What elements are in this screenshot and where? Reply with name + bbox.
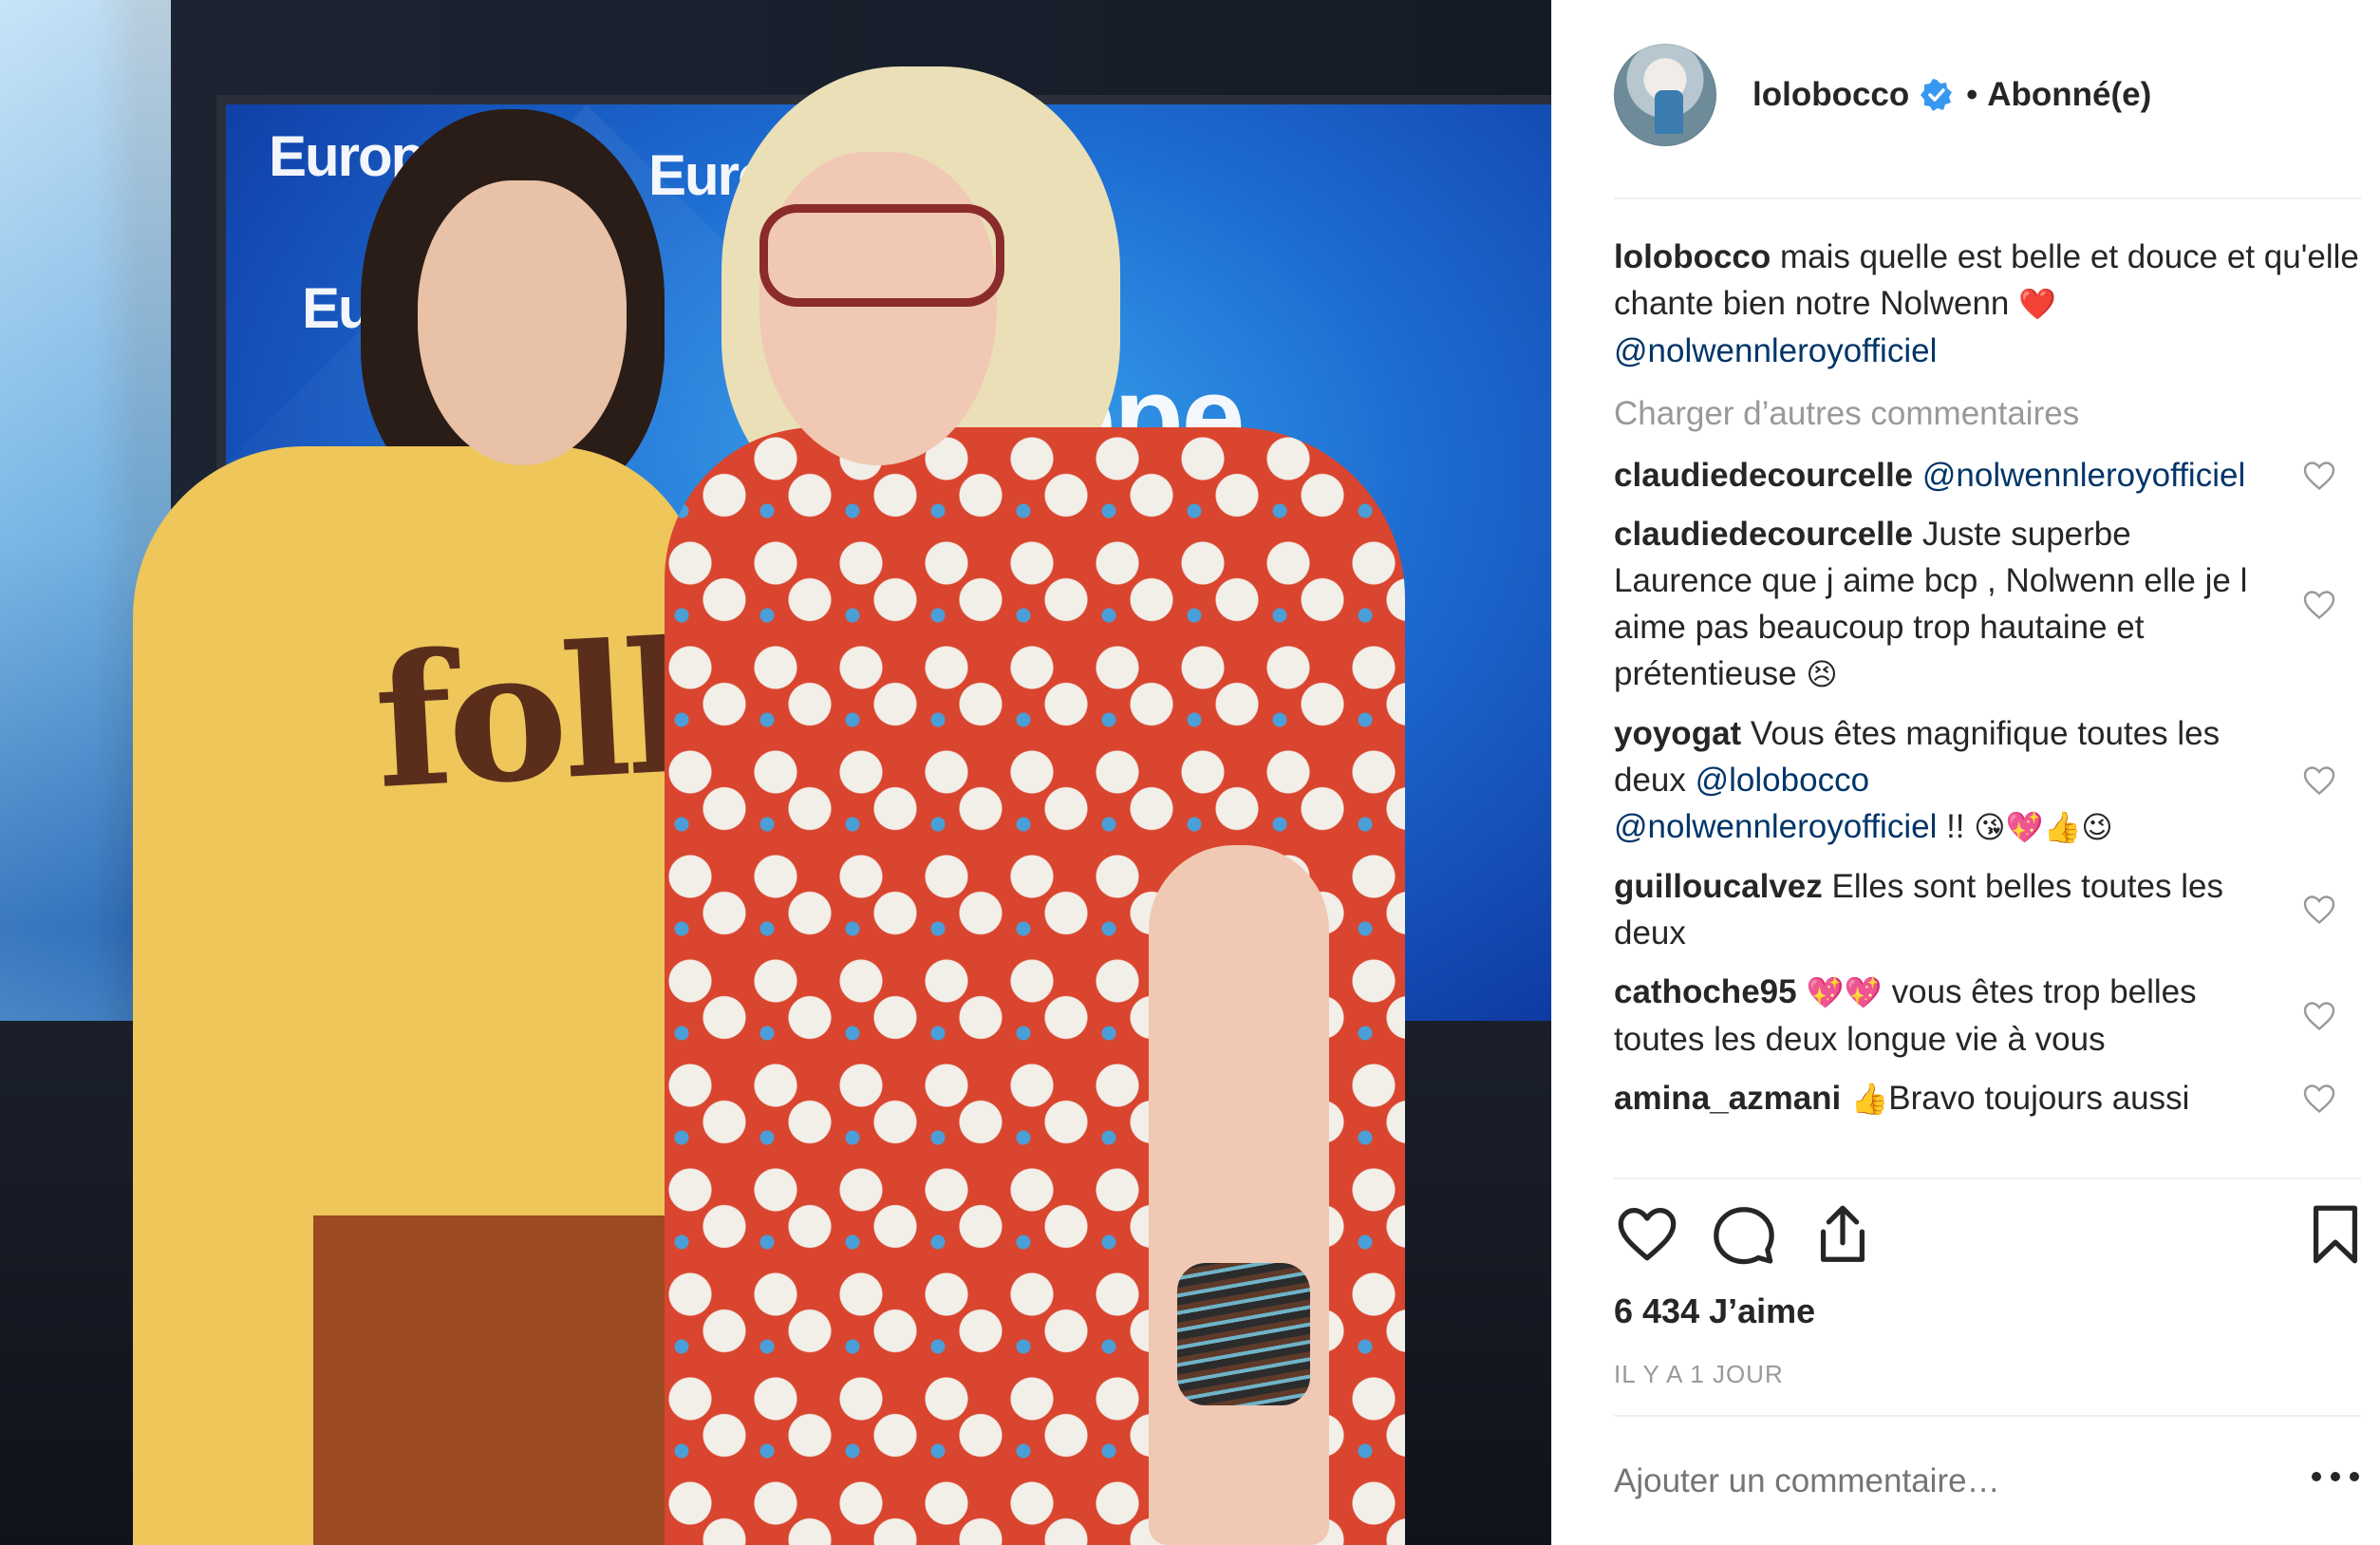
comment-text: guilloucalvez Elles sont belles toutes l…	[1614, 868, 2223, 951]
post-header: lolobocco • Abonné(e)	[1614, 43, 2364, 147]
person-right-arm	[1149, 845, 1329, 1545]
comment-item: claudiedecourcelle Juste superbe Laurenc…	[1614, 511, 2361, 698]
person-right-glasses	[759, 204, 1004, 307]
comment-text: amina_azmani 👍Bravo toujours aussi	[1614, 1080, 2190, 1117]
comments-divider	[1614, 1178, 2361, 1179]
person-left-trousers	[313, 1215, 674, 1545]
comment-icon[interactable]	[1711, 1201, 1777, 1268]
footer-divider	[1614, 1415, 2361, 1417]
add-comment-input[interactable]	[1614, 1458, 2278, 1505]
likes-count[interactable]: 6 434 J’aime	[1614, 1291, 1815, 1331]
post-caption: lolobocco mais quelle est belle et douce…	[1614, 234, 2361, 374]
action-bar	[1614, 1201, 2364, 1277]
comment-mention[interactable]: @lolobocco	[1696, 762, 1869, 799]
comment-item: cathoche95 💖💖 vous êtes trop belles tout…	[1614, 969, 2361, 1063]
verified-badge-icon	[1921, 79, 1953, 111]
comment-item: amina_azmani 👍Bravo toujours aussi	[1614, 1075, 2361, 1122]
heart-emoji: ❤️	[2018, 286, 2056, 322]
person-right-face	[759, 152, 997, 465]
caption-username[interactable]: lolobocco	[1614, 238, 1771, 275]
separator-dot: •	[1966, 76, 1978, 113]
comment-username[interactable]: yoyogat	[1614, 715, 1741, 752]
thumbs-up-emoji: 👍	[1841, 1081, 1889, 1117]
comment-like-heart-icon[interactable]	[2302, 588, 2336, 622]
comment-like-heart-icon[interactable]	[2302, 763, 2336, 798]
comment-mention[interactable]: @nolwennleroyofficiel	[1614, 808, 1937, 845]
comment-like-heart-icon[interactable]	[2302, 999, 2336, 1033]
post-sidebar: lolobocco • Abonné(e) lolobocco mais que…	[1551, 0, 2380, 1545]
bracelets	[1177, 1263, 1310, 1405]
reaction-emojis: 😘💖👍😉	[1974, 809, 2113, 845]
person-left-face	[418, 180, 627, 465]
comment-text: claudiedecourcelle Juste superbe Laurenc…	[1614, 516, 2248, 692]
caption-mention[interactable]: @nolwennleroyofficiel	[1614, 332, 1937, 369]
comment-mention[interactable]: @nolwennleroyofficiel	[1922, 457, 2245, 494]
persevering-face-emoji: 😣	[1806, 656, 1838, 692]
post-photo[interactable]: Europe Europe 1 Europe 1 Europe Europe E…	[0, 0, 1551, 1545]
comment-username[interactable]: claudiedecourcelle	[1614, 457, 1913, 494]
avatar[interactable]	[1614, 44, 1716, 146]
follow-status-button[interactable]: Abonné(e)	[1987, 76, 2151, 114]
comment-like-heart-icon[interactable]	[2302, 893, 2336, 927]
comment-username[interactable]: guilloucalvez	[1614, 868, 1823, 905]
comments-list[interactable]: lolobocco mais quelle est belle et douce…	[1614, 199, 2361, 1178]
comment-username[interactable]: claudiedecourcelle	[1614, 516, 1913, 553]
heart-emojis: 💖💖	[1796, 974, 1892, 1010]
comment-like-heart-icon[interactable]	[2302, 459, 2336, 493]
comment-username[interactable]: amina_azmani	[1614, 1080, 1841, 1117]
author-username[interactable]: lolobocco	[1752, 76, 1909, 114]
share-icon[interactable]	[1809, 1201, 1876, 1268]
more-options-icon[interactable]	[2307, 1462, 2364, 1491]
comment-item: guilloucalvez Elles sont belles toutes l…	[1614, 863, 2361, 956]
bookmark-icon[interactable]	[2302, 1201, 2369, 1268]
post-timestamp[interactable]: IL Y A 1 JOUR	[1614, 1360, 1784, 1389]
comment-like-heart-icon[interactable]	[2302, 1082, 2336, 1116]
comment-item: claudiedecourcelle @nolwennleroyofficiel	[1614, 452, 2361, 499]
comment-username[interactable]: cathoche95	[1614, 973, 1797, 1010]
comment-text: yoyogat Vous êtes magnifique toutes les …	[1614, 715, 2221, 845]
heart-icon[interactable]	[1614, 1201, 1680, 1268]
comment-text: cathoche95 💖💖 vous êtes trop belles tout…	[1614, 973, 2197, 1058]
comment-text: claudiedecourcelle @nolwennleroyofficiel	[1614, 452, 2269, 499]
comment-item: yoyogat Vous êtes magnifique toutes les …	[1614, 710, 2361, 851]
load-more-comments-button[interactable]: Charger d’autres commentaires	[1614, 390, 2361, 437]
